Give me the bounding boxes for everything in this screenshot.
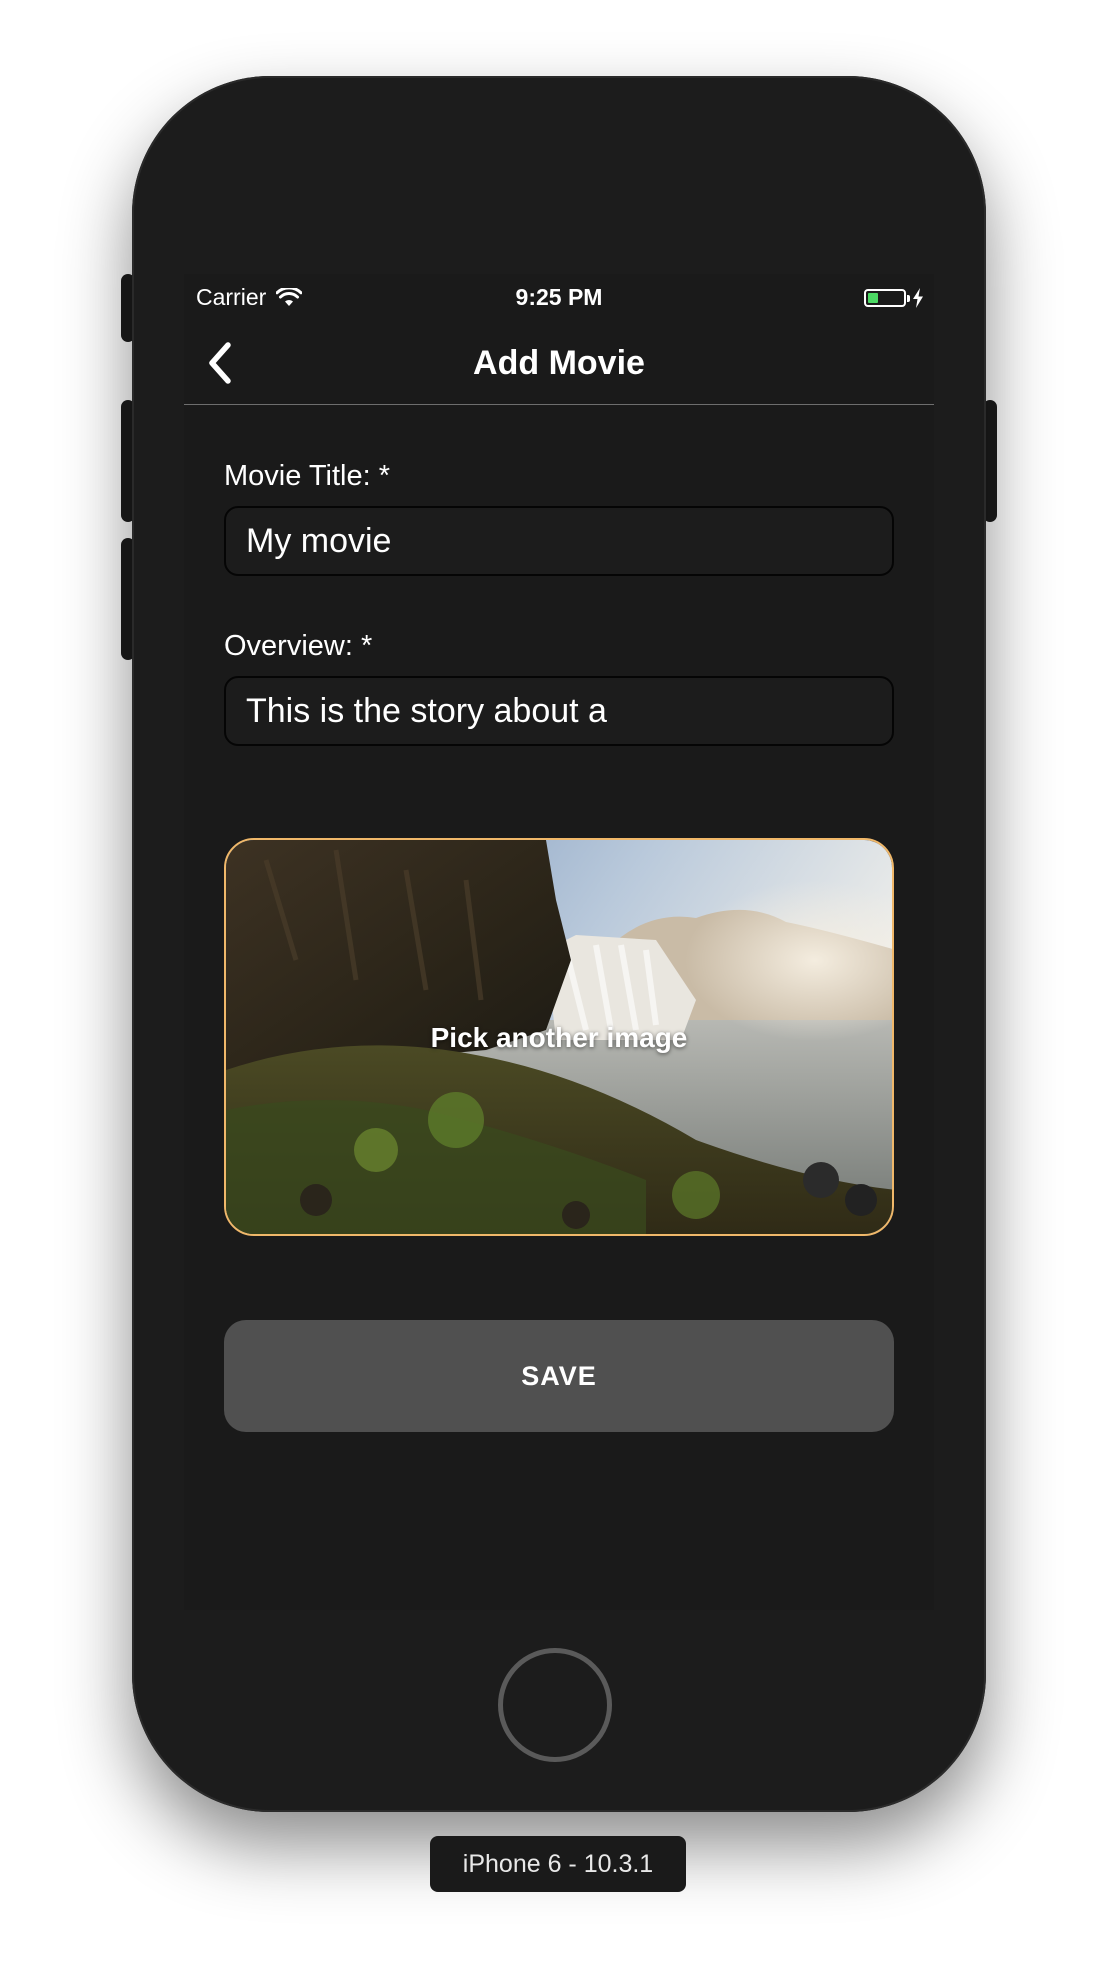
simulator-device-label: iPhone 6 - 10.3.1 bbox=[430, 1836, 686, 1892]
pick-image-label: Pick another image bbox=[430, 1022, 688, 1053]
page-title: Add Movie bbox=[473, 344, 645, 382]
battery-nub bbox=[907, 295, 910, 302]
simulator-stage: Carrier 9:25 PM Add Movie Movie Title: *… bbox=[0, 0, 1118, 1962]
overview-label: Overview: * bbox=[224, 630, 373, 662]
app-screen: Carrier 9:25 PM Add Movie Movie Title: *… bbox=[184, 274, 934, 1610]
battery-icon bbox=[864, 289, 910, 307]
status-time: 9:25 PM bbox=[515, 284, 603, 310]
charging-bolt-icon bbox=[913, 288, 923, 308]
status-bar: Carrier 9:25 PM bbox=[184, 274, 934, 324]
home-button[interactable] bbox=[498, 1648, 612, 1762]
battery-level-fill bbox=[868, 293, 878, 303]
navigation-bar: Add Movie bbox=[184, 324, 934, 405]
battery-group bbox=[864, 288, 924, 308]
save-button[interactable]: SAVE bbox=[224, 1320, 894, 1432]
overview-input[interactable] bbox=[224, 676, 894, 746]
movie-title-label: Movie Title: * bbox=[224, 460, 390, 492]
movie-title-input[interactable] bbox=[224, 506, 894, 576]
pick-image-button[interactable]: Pick another image bbox=[224, 838, 894, 1236]
